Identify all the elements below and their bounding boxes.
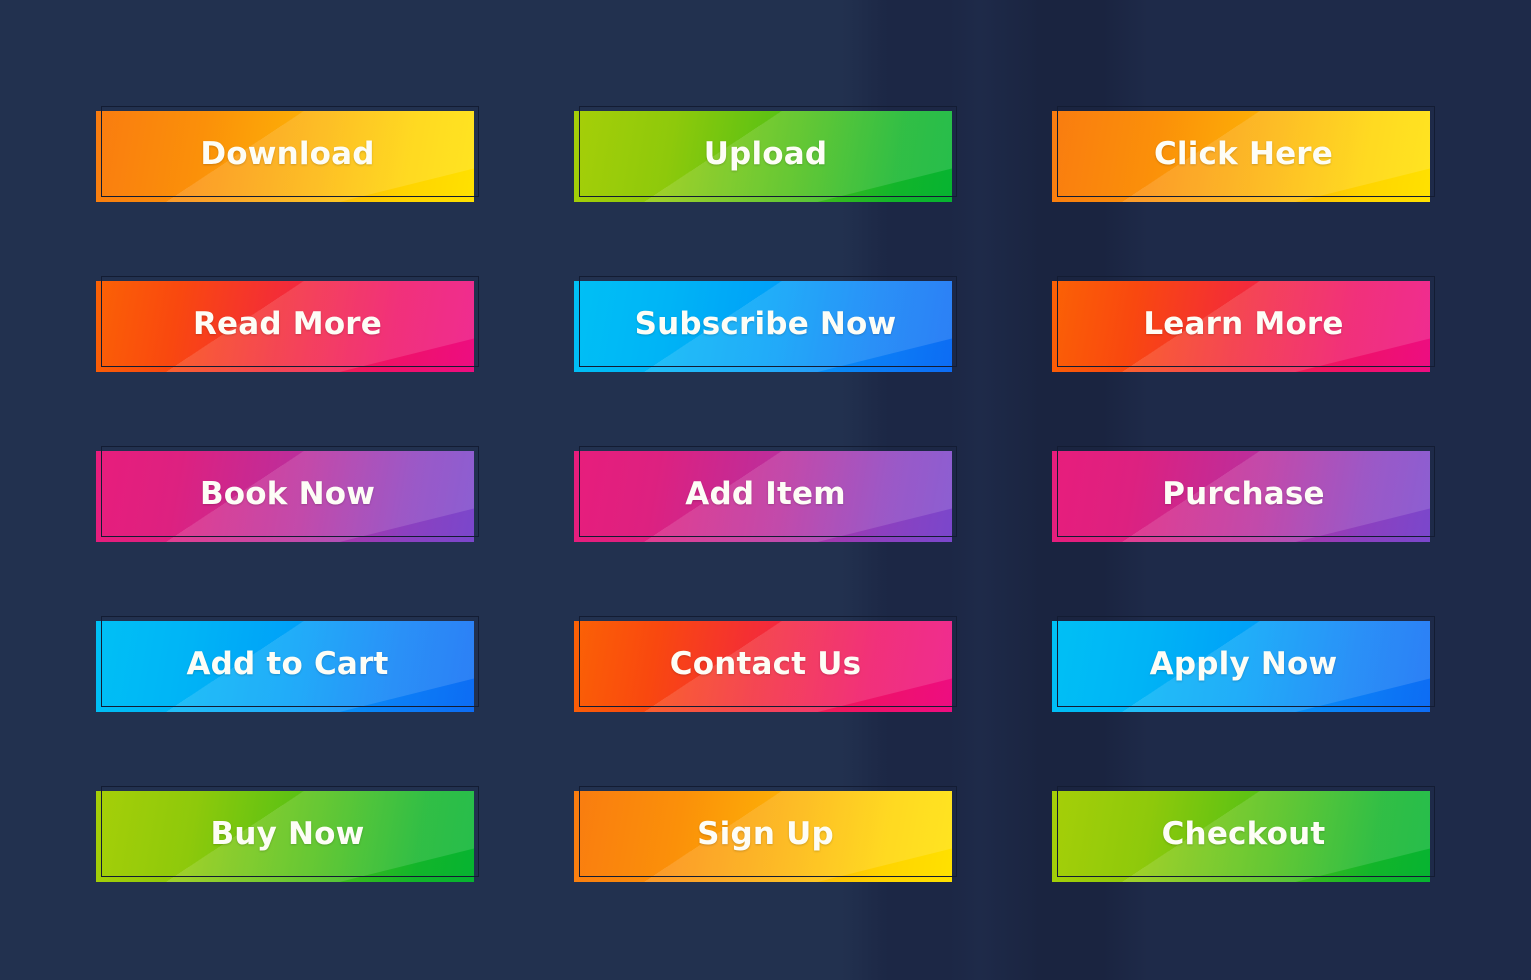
button-gradient-fill bbox=[96, 281, 474, 372]
button-gradient-fill bbox=[574, 451, 952, 542]
button-grid: Download Upload Click Here Read More Subscri… bbox=[96, 106, 1441, 882]
button-gradient-fill bbox=[1052, 791, 1430, 882]
cta-button-learn-more[interactable]: Learn More bbox=[1052, 276, 1435, 372]
button-gradient-fill bbox=[96, 791, 474, 882]
cta-button-download[interactable]: Download bbox=[96, 106, 479, 202]
cta-button-sign-up[interactable]: Sign Up bbox=[574, 786, 957, 882]
button-gradient-fill bbox=[1052, 111, 1430, 202]
cta-button-add-to-cart[interactable]: Add to Cart bbox=[96, 616, 479, 712]
cta-button-purchase[interactable]: Purchase bbox=[1052, 446, 1435, 542]
cta-button-apply-now[interactable]: Apply Now bbox=[1052, 616, 1435, 712]
cta-button-read-more[interactable]: Read More bbox=[96, 276, 479, 372]
button-gradient-fill bbox=[96, 621, 474, 712]
cta-button-click-here[interactable]: Click Here bbox=[1052, 106, 1435, 202]
cta-button-book-now[interactable]: Book Now bbox=[96, 446, 479, 542]
cta-button-checkout[interactable]: Checkout bbox=[1052, 786, 1435, 882]
button-gradient-fill bbox=[1052, 281, 1430, 372]
button-gradient-fill bbox=[96, 111, 474, 202]
button-gradient-fill bbox=[574, 621, 952, 712]
cta-button-contact-us[interactable]: Contact Us bbox=[574, 616, 957, 712]
button-gradient-fill bbox=[574, 281, 952, 372]
button-gradient-fill bbox=[1052, 451, 1430, 542]
button-gradient-fill bbox=[574, 791, 952, 882]
cta-button-buy-now[interactable]: Buy Now bbox=[96, 786, 479, 882]
cta-button-subscribe-now[interactable]: Subscribe Now bbox=[574, 276, 957, 372]
button-gradient-fill bbox=[1052, 621, 1430, 712]
cta-button-add-item[interactable]: Add Item bbox=[574, 446, 957, 542]
cta-button-upload[interactable]: Upload bbox=[574, 106, 957, 202]
button-gradient-fill bbox=[96, 451, 474, 542]
button-set-canvas: Download Upload Click Here Read More Subscri… bbox=[0, 0, 1531, 980]
button-gradient-fill bbox=[574, 111, 952, 202]
